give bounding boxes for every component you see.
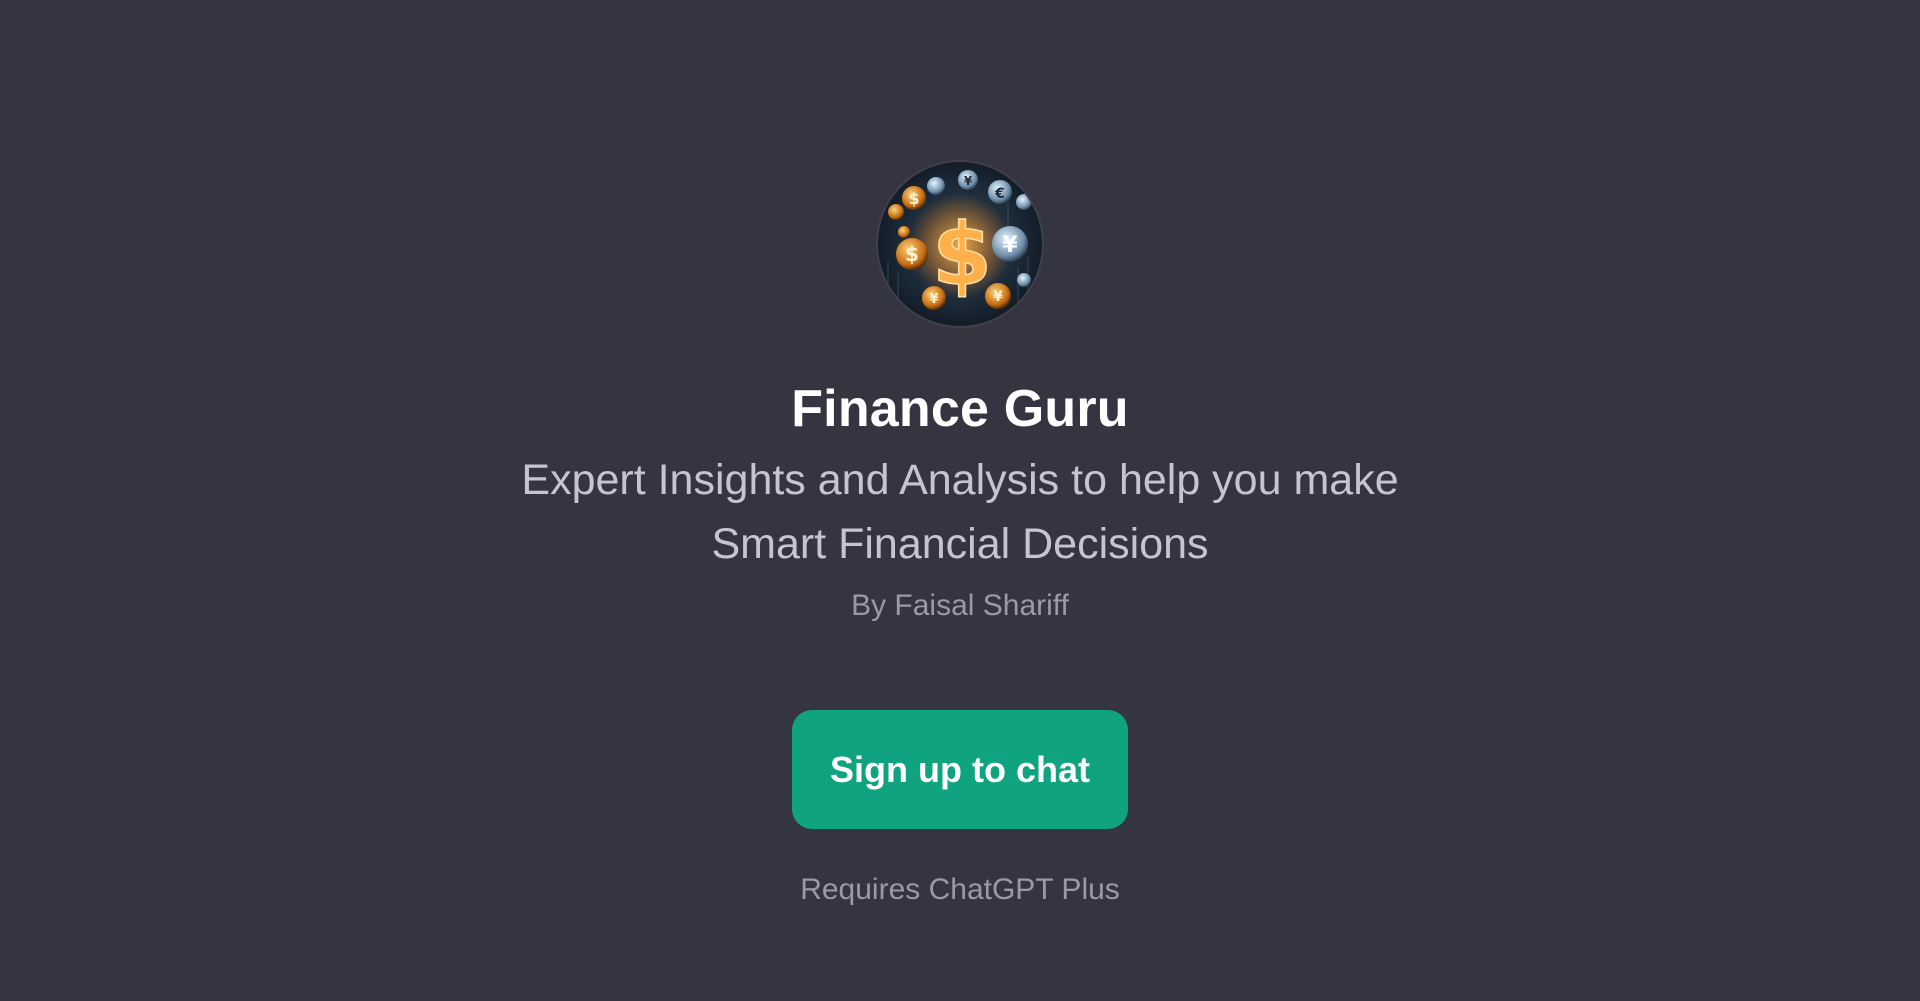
gpt-avatar: $ $ ¥ € ¥ ¥ ¥ $ xyxy=(878,162,1042,326)
svg-text:$: $ xyxy=(932,205,992,305)
svg-text:€: € xyxy=(994,186,1005,202)
svg-text:¥: ¥ xyxy=(964,174,973,188)
gpt-landing-page: $ $ ¥ € ¥ ¥ ¥ $ Finance Guru Expert Insi… xyxy=(0,0,1920,1001)
svg-text:$: $ xyxy=(908,189,919,208)
gpt-title: Finance Guru xyxy=(791,380,1129,438)
svg-text:$: $ xyxy=(905,242,919,266)
requirement-note: Requires ChatGPT Plus xyxy=(800,873,1120,906)
dollar-coins-logo-icon: $ $ ¥ € ¥ ¥ ¥ $ xyxy=(878,162,1042,326)
gpt-author: By Faisal Shariff xyxy=(851,589,1069,622)
svg-text:¥: ¥ xyxy=(1002,233,1018,258)
gpt-description: Expert Insights and Analysis to help you… xyxy=(521,456,1399,568)
sign-up-to-chat-button[interactable]: Sign up to chat xyxy=(792,710,1128,829)
svg-text:¥: ¥ xyxy=(993,289,1003,305)
